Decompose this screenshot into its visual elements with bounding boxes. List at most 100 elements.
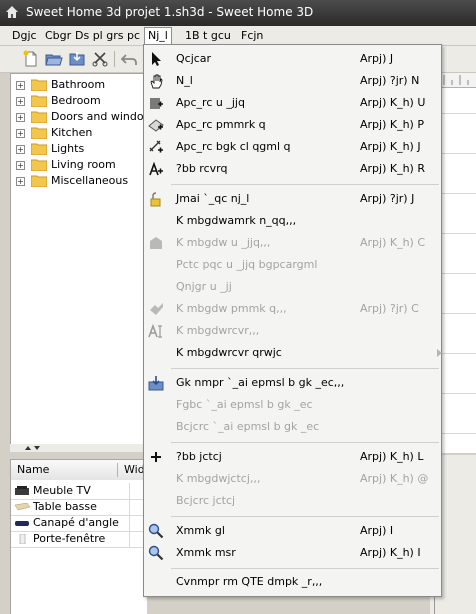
modify-rooms-icon: [150, 303, 163, 315]
expand-icon[interactable]: +: [16, 129, 25, 138]
menu-item-modify-walls[interactable]: K mbgdw u _jjq,,, Arpj) K_h) C: [144, 232, 441, 254]
expand-icon[interactable]: +: [16, 113, 25, 122]
menu-item-reverse-walls[interactable]: Pctc pqc u _jjq bgpcargml: [144, 254, 441, 276]
menu-item-label: ?bb jctcj: [176, 450, 222, 463]
furniture-table: Meuble TV Table basse Canapé d'angle Por…: [10, 480, 147, 614]
menu-item-delete-level[interactable]: Bcjcrc jctcj: [144, 490, 441, 512]
menu-item-label: Gk nmpr `_ai epmsl b gk _ec,,,: [176, 376, 345, 389]
menu-furniture[interactable]: Ds pl grs pc: [72, 28, 143, 43]
category-label: Miscellaneous: [51, 174, 129, 187]
menu-item-split-wall[interactable]: Qnjgr u _jj: [144, 276, 441, 298]
table-row[interactable]: Meuble TV: [11, 483, 147, 500]
menu-item-label: K mbgdwamrk n_qq,,,: [176, 214, 297, 227]
menu-item-label: Cvnmpr rm QTE dmpk _r,,,: [176, 575, 323, 588]
menu-item-modify-text-style[interactable]: K mbgdwrcvr qrwjc: [144, 342, 442, 364]
add-level-icon: [151, 452, 161, 462]
import-background-icon: [148, 376, 164, 391]
create-rooms-icon: [148, 119, 164, 132]
menu-item-hide-background[interactable]: Fgbc `_ai epmsl b gk _ec: [144, 394, 441, 416]
menu-item-label: Xmmk msr: [176, 546, 236, 559]
menu-item-label: Bcjcrc `_ai epmsl b gk _ec: [176, 420, 320, 433]
expand-icon[interactable]: +: [16, 177, 25, 186]
menu-item-label: Fgbc `_ai epmsl b gk _ec: [176, 398, 313, 411]
menu-item-label: Apc_rc pmmrk q: [176, 118, 266, 131]
expand-icon[interactable]: +: [16, 161, 25, 170]
menu-item-shortcut: Arpj) ?jr) N: [360, 74, 420, 87]
menu-item-label: K mbgdwjctcj,,,: [176, 472, 261, 485]
table-row[interactable]: Table basse: [11, 499, 147, 516]
splitter-arrows-icon[interactable]: [24, 445, 44, 451]
menu-item-shortcut: Arpj) K_h) C: [360, 236, 426, 249]
menu-item-lock-base-plan[interactable]: Jmai `_qc nj_l Arpj) ?jr) J: [144, 188, 441, 210]
table-row[interactable]: Canapé d'angle: [11, 515, 147, 532]
menu-item-modify-level[interactable]: K mbgdwjctcj,,, Arpj) K_h) @: [144, 468, 441, 490]
expand-icon[interactable]: +: [16, 97, 25, 106]
toolbar-separator: [114, 51, 115, 67]
menu-item-shortcut: Arpj) I: [360, 524, 394, 537]
arrow-select-icon: [152, 52, 161, 66]
menu-3d-view[interactable]: 1B t gcu: [182, 28, 234, 43]
menu-item-modify-compass[interactable]: K mbgdwamrk n_qq,,,: [144, 210, 441, 232]
folder-icon: [31, 127, 47, 139]
menu-item-label: K mbgdwrcvr qrwjc: [176, 346, 282, 359]
table-row[interactable]: Porte-fenêtre: [11, 531, 147, 548]
menu-item-shortcut: Arpj) K_h) R: [360, 162, 425, 175]
menu-plan[interactable]: Nj_l: [144, 27, 172, 45]
menu-item-shortcut: Arpj) K_h) @: [360, 472, 429, 485]
furniture-name: Porte-fenêtre: [33, 532, 106, 545]
pane-splitter[interactable]: [10, 444, 146, 452]
menu-separator: [171, 184, 439, 185]
menu-file[interactable]: Dgjc: [9, 28, 40, 43]
menu-item-label: ?bb rcvrq: [176, 162, 228, 175]
menu-item-shortcut: Arpj) J: [360, 52, 394, 65]
expand-icon[interactable]: +: [16, 145, 25, 154]
menu-item-export-svg[interactable]: Cvnmpr rm QTE dmpk _r,,,: [144, 571, 441, 593]
menu-item-create-walls[interactable]: Apc_rc u _jjq Arpj) K_h) U: [144, 92, 441, 114]
menu-item-create-rooms[interactable]: Apc_rc pmmrk q Arpj) K_h) P: [144, 114, 441, 136]
folder-icon: [31, 111, 47, 123]
new-icon[interactable]: [22, 50, 40, 68]
menu-item-select[interactable]: Qcjcar Arpj) J: [144, 48, 441, 70]
menu-item-import-background[interactable]: Gk nmpr `_ai epmsl b gk _ec,,,: [144, 372, 441, 394]
cut-icon[interactable]: [91, 50, 109, 68]
furniture-name: Table basse: [33, 500, 97, 513]
menubar: Dgjc Cbgr Ds pl grs pc Nj_l 1B t gcu Fcj…: [0, 26, 476, 46]
menu-item-label: Jmai `_qc nj_l: [176, 192, 250, 205]
column-width-header[interactable]: Wid: [124, 460, 145, 480]
save-icon[interactable]: [68, 50, 86, 68]
app-logo-icon: [6, 6, 18, 18]
menu-item-modify-rooms[interactable]: K mbgdw pmmk q,,, Arpj) ?jr) C: [144, 298, 441, 320]
menu-help[interactable]: Fcjn: [238, 28, 266, 43]
pan-hand-icon: [150, 74, 163, 89]
menu-item-shortcut: Arpj) K_h) P: [360, 118, 424, 131]
column-name-header[interactable]: Name: [17, 460, 49, 480]
column-divider: [129, 515, 130, 531]
corner-sofa-icon: [15, 521, 29, 526]
menu-item-label: N_l: [176, 74, 193, 87]
undo-icon[interactable]: [120, 50, 138, 68]
create-walls-icon: [150, 98, 163, 109]
french-window-icon: [19, 534, 26, 544]
menu-item-add-text[interactable]: ?bb rcvrq Arpj) K_h) R: [144, 158, 441, 180]
menu-item-label: Qcjcar: [176, 52, 212, 65]
menu-item-modify-text[interactable]: K mbgdwrcvr,,,: [144, 320, 441, 342]
column-divider: [129, 499, 130, 515]
open-icon[interactable]: [45, 50, 63, 68]
menu-separator: [171, 568, 439, 569]
menu-item-create-dimensions[interactable]: Apc_rc bgk cl qgml q Arpj) K_h) J: [144, 136, 441, 158]
furniture-name: Canapé d'angle: [33, 516, 119, 529]
tv-stand-icon: [15, 486, 29, 495]
pane-border: [434, 595, 435, 614]
column-divider: [129, 531, 130, 547]
menu-item-add-level[interactable]: ?bb jctcj Arpj) K_h) L: [144, 446, 441, 468]
menu-item-zoom-in[interactable]: Xmmk gl Arpj) I: [144, 520, 441, 542]
zoom-out-icon: [148, 545, 164, 561]
menu-edit[interactable]: Cbgr: [42, 28, 74, 43]
menu-item-pan[interactable]: N_l Arpj) ?jr) N: [144, 70, 441, 92]
menu-item-zoom-out[interactable]: Xmmk msr Arpj) K_h) I: [144, 542, 441, 564]
create-dimensions-icon: [149, 140, 163, 153]
menu-item-delete-background[interactable]: Bcjcrc `_ai epmsl b gk _ec: [144, 416, 441, 438]
furniture-name: Meuble TV: [33, 484, 91, 497]
expand-icon[interactable]: +: [16, 81, 25, 90]
folder-icon: [31, 95, 47, 107]
